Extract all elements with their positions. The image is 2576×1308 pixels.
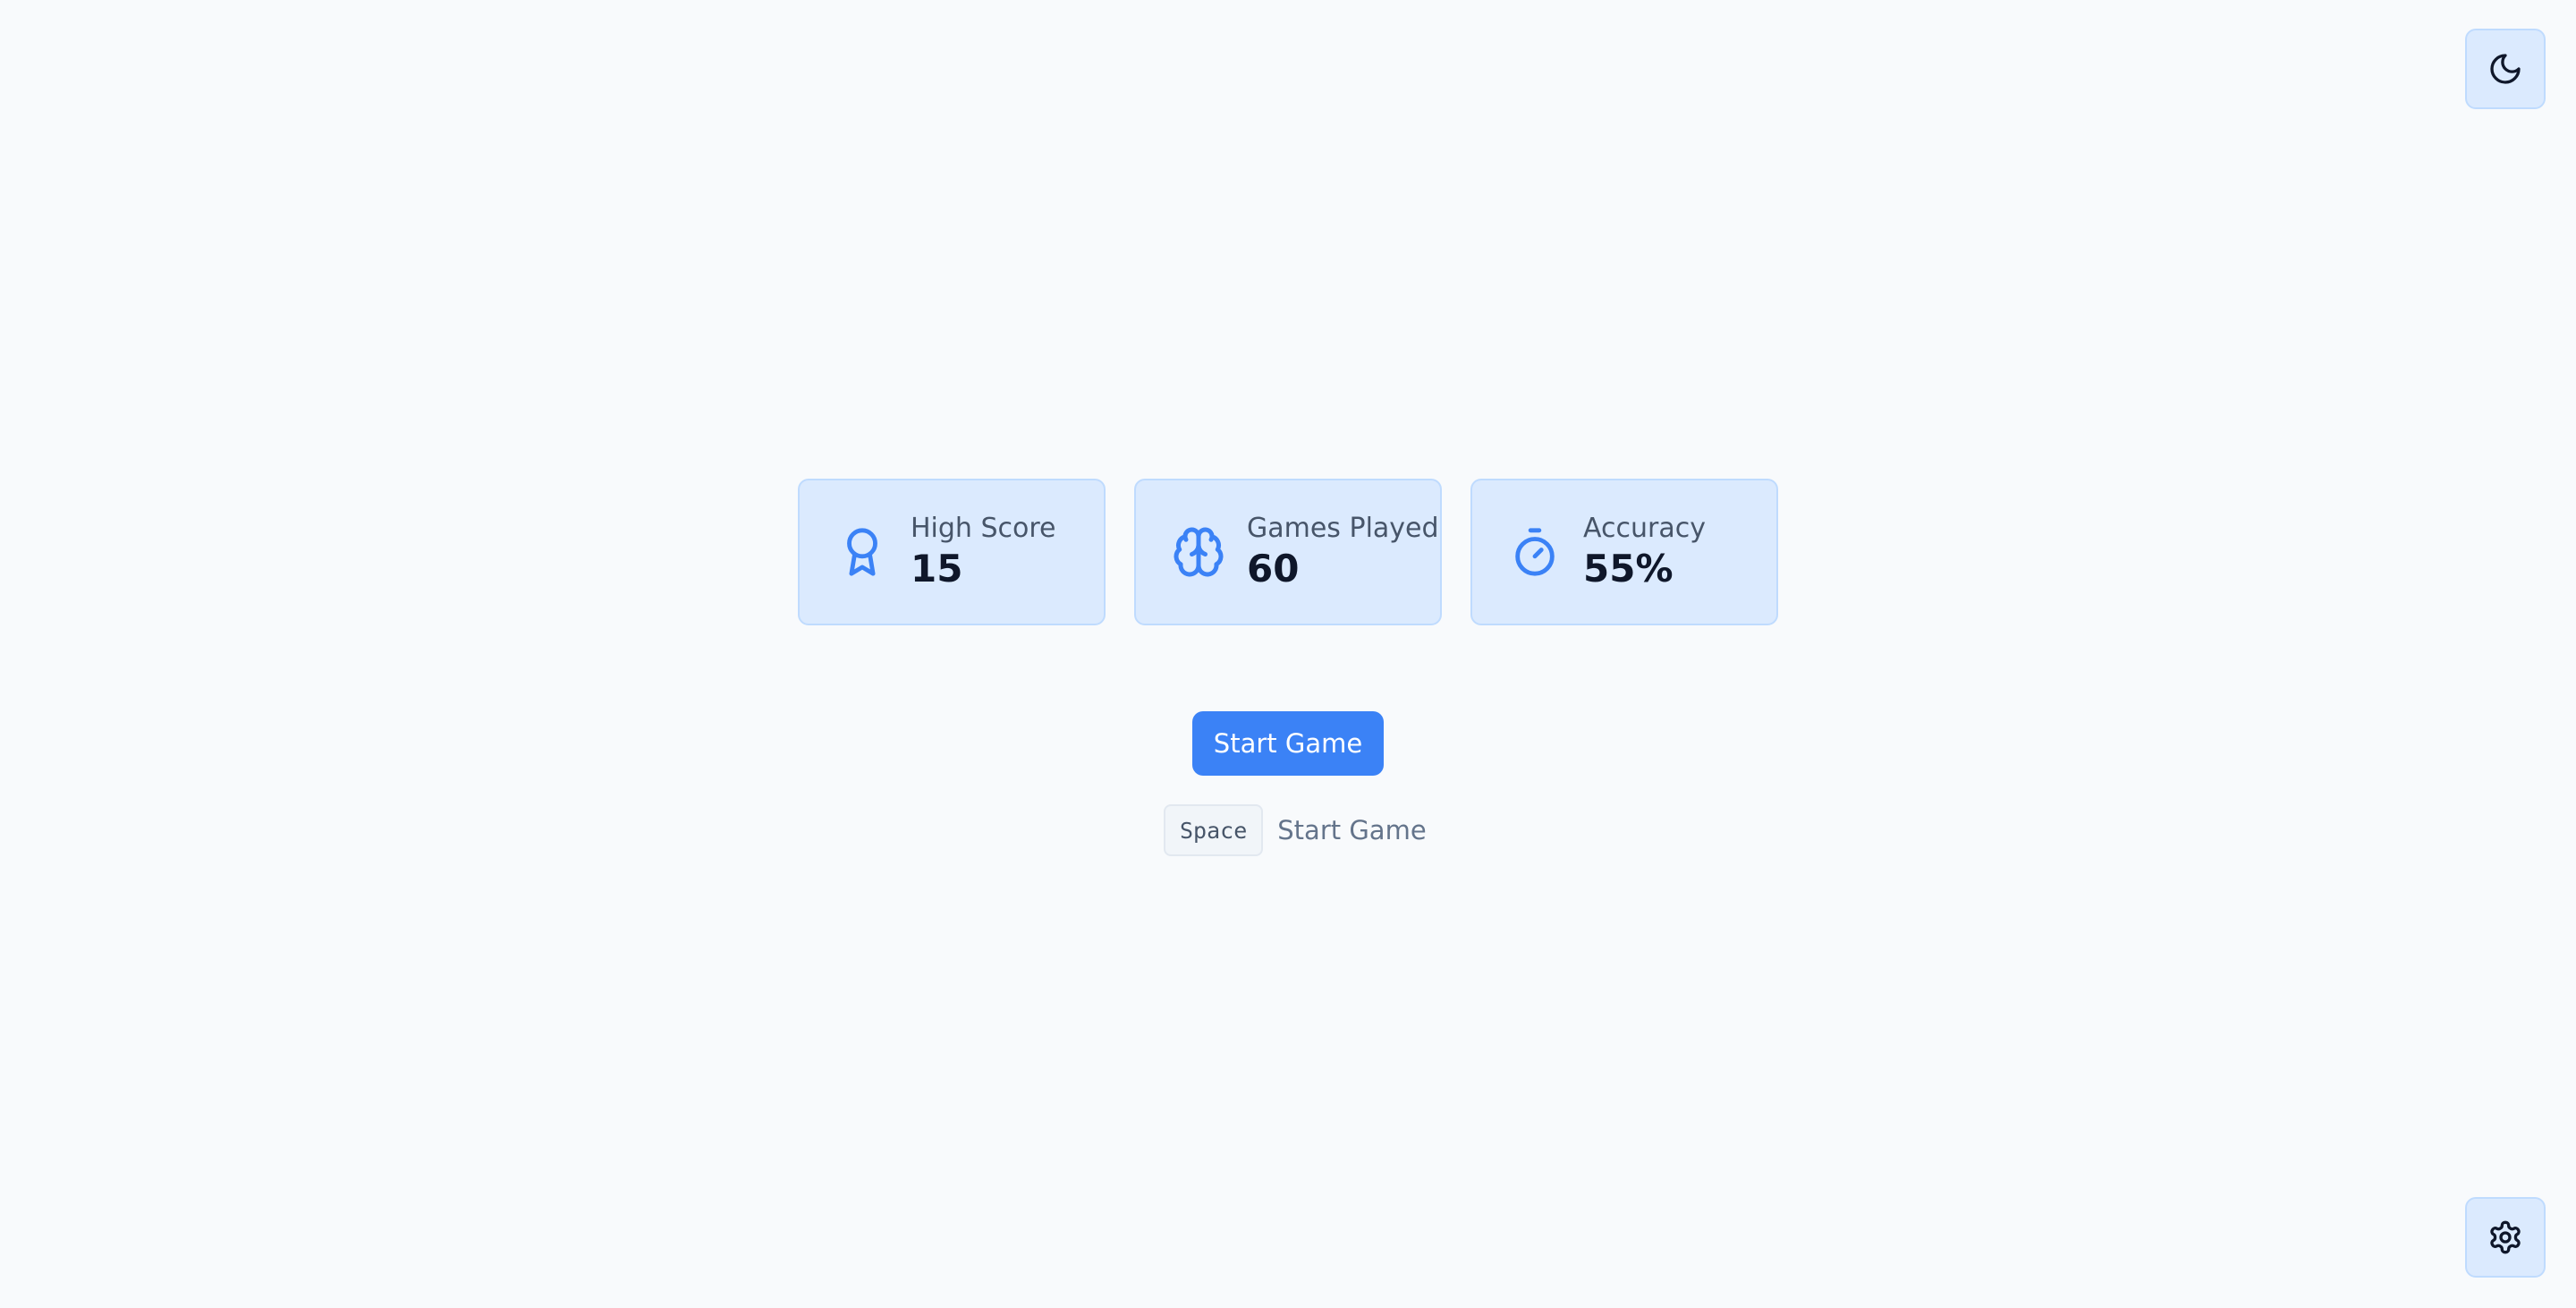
- stat-label: High Score: [911, 513, 1056, 544]
- moon-icon: [2490, 54, 2521, 84]
- stat-card-games-played: Games Played 60: [1134, 479, 1442, 625]
- brain-icon: [1170, 523, 1227, 581]
- game-start-screen: High Score 15 Games Played 60 Accuracy 5…: [0, 0, 2576, 1308]
- stat-card-accuracy: Accuracy 55%: [1470, 479, 1778, 625]
- theme-toggle-button[interactable]: [2465, 29, 2546, 109]
- stat-label: Accuracy: [1583, 513, 1706, 544]
- start-game-button[interactable]: Start Game: [1192, 711, 1384, 776]
- settings-button[interactable]: [2465, 1197, 2546, 1278]
- shortcut-key: Space: [1164, 804, 1264, 856]
- gear-icon: [2490, 1220, 2521, 1254]
- stat-value: 60: [1247, 547, 1300, 590]
- stat-card-high-score: High Score 15: [798, 479, 1106, 625]
- timer-icon: [1506, 523, 1563, 581]
- award-icon: [834, 523, 891, 581]
- shortcut-label: Start Game: [1277, 815, 1427, 845]
- stats-row: High Score 15 Games Played 60 Accuracy 5…: [798, 479, 1778, 625]
- stat-value: 15: [911, 547, 963, 590]
- stat-label: Games Played: [1247, 513, 1439, 544]
- keyboard-shortcut-hint: Space Start Game: [1164, 804, 1427, 856]
- stat-value: 55%: [1583, 547, 1674, 590]
